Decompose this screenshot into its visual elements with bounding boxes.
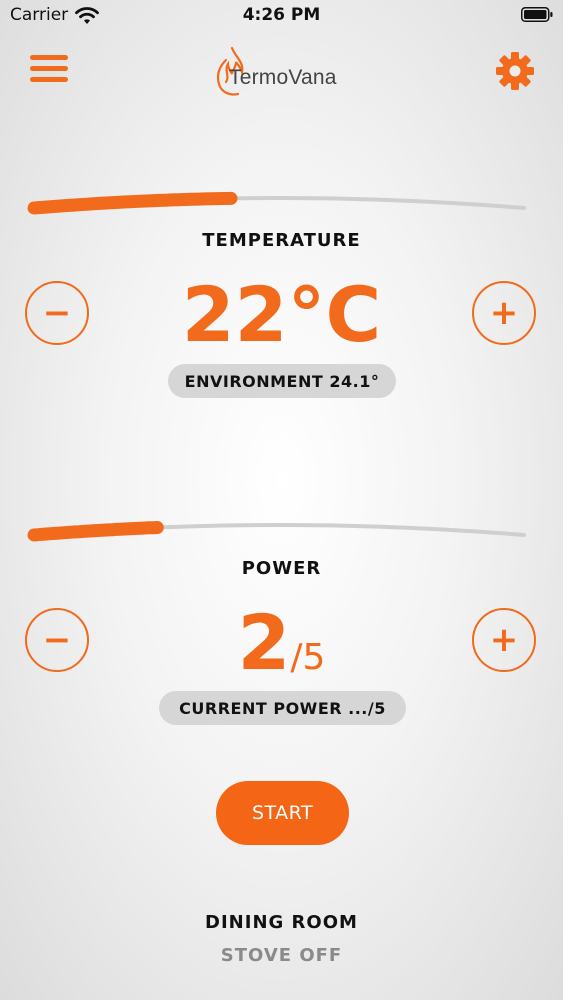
power-max: /5 <box>290 637 326 678</box>
plus-icon: + <box>489 293 519 333</box>
brand-logo: TermoVana <box>210 44 360 100</box>
power-slider[interactable] <box>24 505 539 555</box>
environment-temperature-badge: ENVIRONMENT 24.1° <box>168 364 396 398</box>
environment-temperature-text: ENVIRONMENT 24.1° <box>184 371 380 391</box>
status-time: 4:26 PM <box>242 5 321 25</box>
settings-button[interactable] <box>495 51 535 91</box>
current-power-badge: CURRENT POWER .../5 <box>159 691 406 725</box>
temperature-increase-button[interactable]: + <box>472 281 536 345</box>
battery-icon <box>521 7 553 22</box>
power-slider-fill <box>27 521 164 542</box>
hamburger-line <box>30 77 68 82</box>
room-name: DINING ROOM <box>205 912 358 933</box>
app-header: TermoVana <box>0 40 563 100</box>
power-label: POWER <box>241 558 322 579</box>
gear-icon <box>496 52 534 90</box>
power-level: 2 <box>237 598 291 687</box>
temperature-slider[interactable] <box>24 178 539 228</box>
start-button[interactable]: START <box>216 781 349 845</box>
power-increase-button[interactable]: + <box>472 608 536 672</box>
temperature-label: TEMPERATURE <box>202 230 361 251</box>
hamburger-menu-icon <box>30 55 68 60</box>
brand-name: TermoVana <box>229 66 337 89</box>
temperature-slider-fill <box>27 191 238 215</box>
menu-button[interactable] <box>30 52 70 88</box>
stove-status: STOVE OFF <box>220 945 343 966</box>
status-bar: Carrier 4:26 PM <box>0 0 563 32</box>
current-power-text: CURRENT POWER .../5 <box>179 698 386 718</box>
hamburger-line <box>30 66 68 71</box>
plus-icon: + <box>489 620 519 660</box>
